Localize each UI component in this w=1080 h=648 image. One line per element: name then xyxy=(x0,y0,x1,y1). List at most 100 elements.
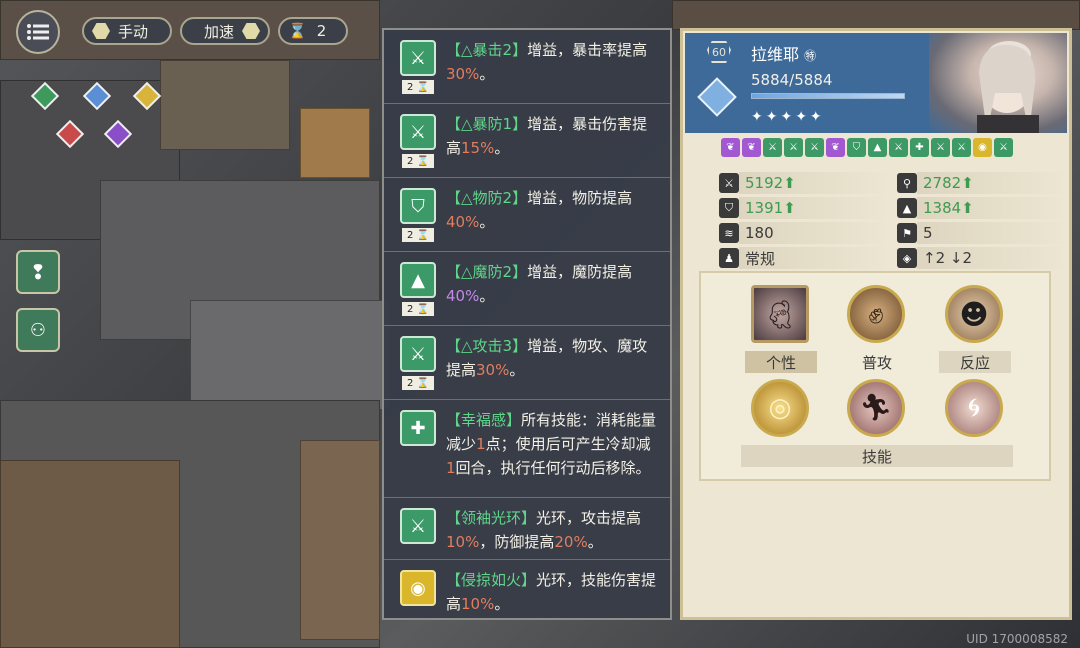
stat-value: 180 xyxy=(745,224,774,242)
boot-icon: ⚑ xyxy=(897,223,917,243)
buff-list-panel[interactable]: ⚔ 2 ⌛ 【△暴击2】增益，暴击率提高30%。 ⚔ 2 ⌛ 【△暴防1】增益，… xyxy=(382,28,672,620)
stat-mag-atk: ⚲ 2782⬆ xyxy=(897,172,1067,194)
buff-item: ✚ 【幸福感】所有技能：消耗能量减少1点；使用后可产生冷却减1回合，执行任何行动… xyxy=(384,400,670,498)
level-badge: 60 xyxy=(707,41,731,63)
skills-label: 技能 xyxy=(741,445,1013,467)
feather-icon: ❦ xyxy=(742,138,761,157)
witch-hat-up-icon: ▲ xyxy=(868,138,887,157)
portrait-art xyxy=(977,41,1039,133)
fist-icon: ✊︎ xyxy=(868,297,884,330)
stat-jump: ◈ ↑2 ↓2 xyxy=(897,247,1067,269)
manual-mode-label: 手动 xyxy=(118,22,149,41)
character-portrait xyxy=(929,33,1067,133)
buff-desc: 增益，魔防提高 xyxy=(527,263,633,281)
manual-mode-button[interactable]: 手动 xyxy=(82,17,172,45)
shield-up-icon: ⛉ xyxy=(847,138,866,157)
buff-desc: 增益，物防提高 xyxy=(527,189,633,207)
buff-item: ⚔ 2 ⌛ 【△攻击3】增益，物攻、魔攻提高30%。 xyxy=(384,326,670,400)
buff-value: 40% xyxy=(446,287,480,305)
hex-icon xyxy=(92,23,110,39)
buff-name: 【△攻击3】 xyxy=(446,337,528,355)
trait-skill-button[interactable]: 🕺︎ xyxy=(751,285,809,343)
gold-slash-icon: ◎ xyxy=(768,393,792,423)
info-icon: ❢ xyxy=(29,260,47,284)
cross-icon: ✚ xyxy=(400,410,436,446)
buff-name: 【△魔防2】 xyxy=(446,263,528,281)
reaction-skill-label: 反应 xyxy=(939,351,1011,373)
party-button[interactable]: ⚇ xyxy=(16,308,60,352)
sword-icon: ⚔ xyxy=(931,138,950,157)
party-icon: ⚇ xyxy=(29,319,47,341)
sword-up-icon: ⚔ xyxy=(889,138,908,157)
buff-name: 【侵掠如火】 xyxy=(446,571,537,589)
buff-value: 30% xyxy=(476,361,510,379)
character-header: 60 拉维耶 ㊕ 5884/5884 ✦✦✦✦✦ xyxy=(685,33,1067,133)
skill-slot-3[interactable]: 🌀︎ xyxy=(945,379,1003,437)
star-rating: ✦✦✦✦✦ xyxy=(751,109,825,125)
cross-icon: ✚ xyxy=(910,138,929,157)
wing-icon: ≋ xyxy=(719,223,739,243)
buff-turns: 2 ⌛ xyxy=(402,154,434,168)
crit-up-icon: ⚔ xyxy=(763,138,782,157)
buff-item: ⚔ 2 ⌛ 【△暴击2】增益，暴击率提高30%。 xyxy=(384,30,670,104)
character-name: 拉维耶 ㊕ xyxy=(751,45,817,64)
buff-turns: 2 ⌛ xyxy=(402,302,434,316)
hp-text: 5884/5884 xyxy=(751,71,833,89)
silhouette-icon: ☻ xyxy=(959,297,989,331)
buff-value: 30% xyxy=(446,65,480,83)
stat-phys-def: ⛉ 1391⬆ xyxy=(719,197,889,219)
shield-icon: ⛉ xyxy=(719,198,739,218)
stat-class: ♟ 常规 xyxy=(719,247,889,269)
sword-up-icon: ⚔ xyxy=(400,508,436,544)
buff-item: ◉ 【侵掠如火】光环，技能伤害提高10%。 xyxy=(384,560,670,618)
ice-element-icon xyxy=(697,77,737,117)
crit-def-up-icon: ⚔ xyxy=(784,138,803,157)
info-button[interactable]: ❢ xyxy=(16,250,60,294)
hex-icon xyxy=(242,23,260,39)
stat-value: 1391⬆ xyxy=(745,199,796,217)
buff-value: 10% xyxy=(461,595,495,613)
menu-icon xyxy=(27,24,49,40)
buff-turns: 2 ⌛ xyxy=(402,376,434,390)
jump-icon: ◈ xyxy=(897,248,917,268)
skill-slot-2[interactable]: 🏃︎ xyxy=(847,379,905,437)
swirl-icon: 🌀︎ xyxy=(967,392,981,423)
speed-up-button[interactable]: 加速 xyxy=(180,17,270,45)
stat-move: ⚑ 5 xyxy=(897,222,1067,244)
character-panel: 60 拉维耶 ㊕ 5884/5884 ✦✦✦✦✦ ❦ ❦ ⚔ ⚔ ⚔ ❦ ⛉ ▲… xyxy=(680,28,1072,620)
reaction-skill-button[interactable]: ☻ xyxy=(945,285,1003,343)
buff-name: 【△物防2】 xyxy=(446,189,528,207)
buff-desc: 增益，暴击率提高 xyxy=(527,41,648,59)
sword-up-icon: ⚔ xyxy=(400,336,436,372)
stat-value: 常规 xyxy=(745,249,776,268)
staff-icon: ⚲ xyxy=(897,173,917,193)
skill-slot-1[interactable]: ◎ xyxy=(751,379,809,437)
shield-up-icon: ⛉ xyxy=(400,188,436,224)
normal-attack-label: 普攻 xyxy=(861,353,892,372)
stat-value: 5192⬆ xyxy=(745,174,796,192)
normal-attack-button[interactable]: ✊︎ xyxy=(847,285,905,343)
trait-icons: ❦ ❦ ⚔ ⚔ ⚔ ❦ ⛉ ▲ ⚔ ✚ ⚔ ⚔ ◉ ⚔ xyxy=(721,138,1013,157)
kick-icon: 🏃︎ xyxy=(859,393,893,423)
skills-section: 🕺︎ 个性 ✊︎ 普攻 ☻ 反应 ◎ 🏃︎ 🌀︎ 技能 xyxy=(699,271,1051,481)
stat-mag-def: ▲ 1384⬆ xyxy=(897,197,1067,219)
stat-speed: ≋ 180 xyxy=(719,222,889,244)
buff-name: 【△暴击2】 xyxy=(446,41,528,59)
stat-value: 2782⬆ xyxy=(923,174,974,192)
turn-count: 2 xyxy=(316,22,327,40)
buff-turns: 2 ⌛ xyxy=(402,228,434,242)
hourglass-icon: ⌛ xyxy=(288,22,307,40)
buff-name: 【△暴防1】 xyxy=(446,115,528,133)
crit-def-up-icon: ⚔ xyxy=(400,114,436,150)
hp-bar xyxy=(751,93,905,99)
class-icon: ♟ xyxy=(719,248,739,268)
buff-value: 15% xyxy=(461,139,495,157)
buff-item: ▲ 2 ⌛ 【△魔防2】增益，魔防提高40%。 xyxy=(384,252,670,326)
stat-phys-atk: ⚔ 5192⬆ xyxy=(719,172,889,194)
feather-icon: ❦ xyxy=(826,138,845,157)
menu-button[interactable] xyxy=(16,10,60,54)
dancer-icon: 🕺︎ xyxy=(762,297,798,331)
uid-text: UID 1700008582 xyxy=(966,632,1068,646)
trait-skill-label: 个性 xyxy=(745,351,817,373)
buff-name: 【领袖光环】 xyxy=(446,509,537,527)
